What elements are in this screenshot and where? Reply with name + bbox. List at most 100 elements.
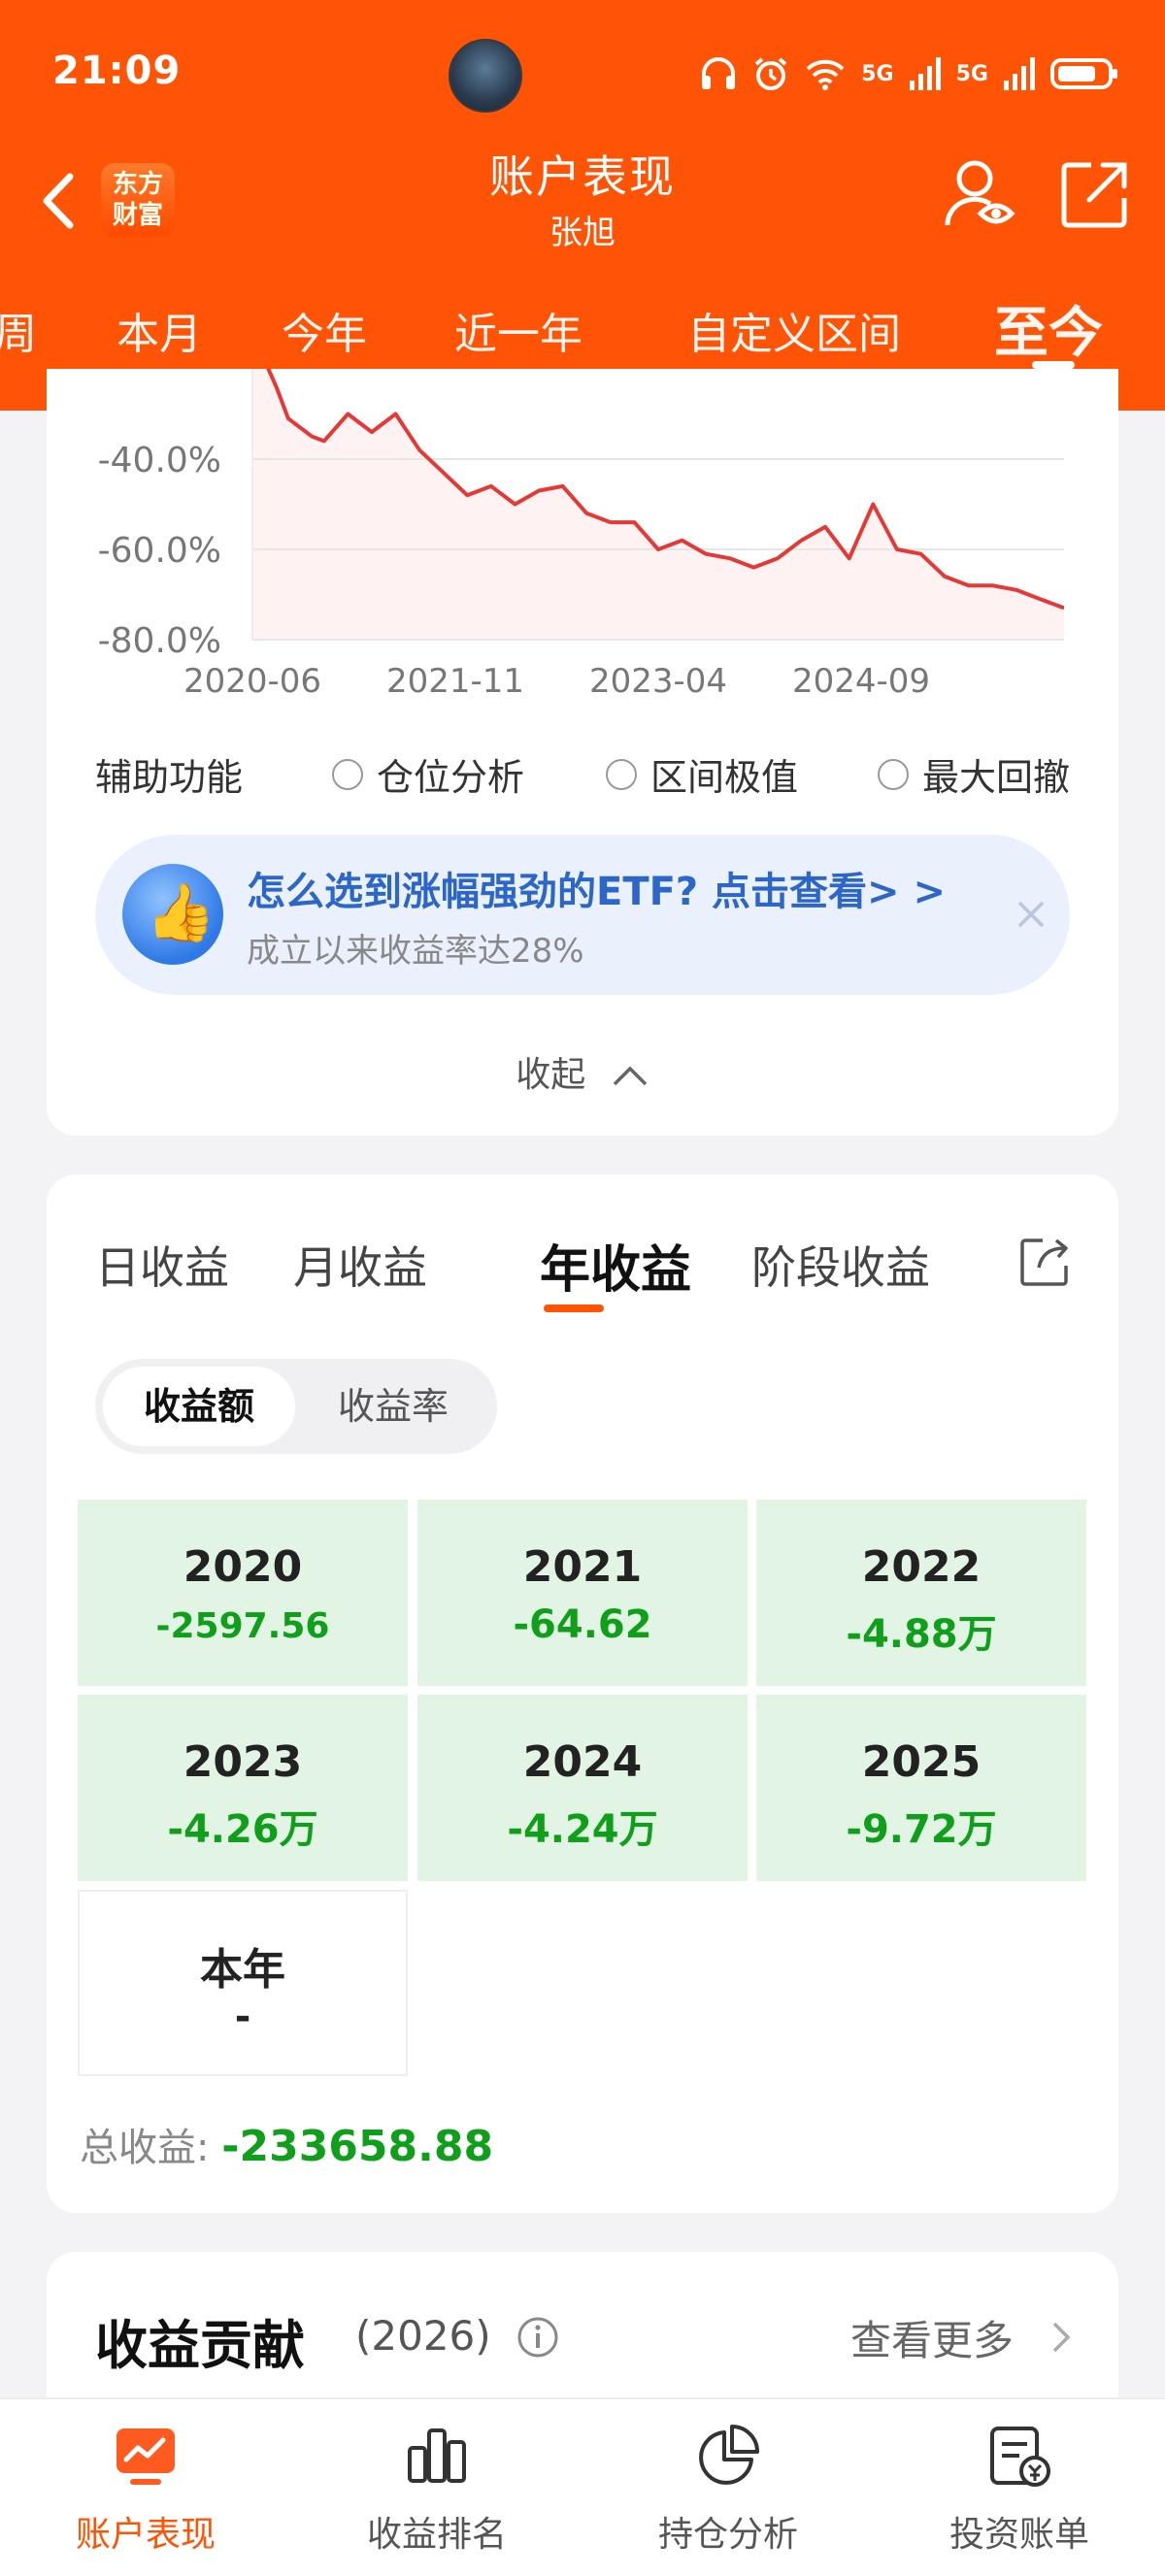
chart-x-tick-label: 2020-06 (183, 662, 321, 701)
chart-y-tick-label: -60.0% (98, 531, 221, 571)
status-icons: 5G 5G (700, 54, 1118, 93)
bar-chart-icon (408, 2428, 466, 2483)
returns-tab-indicator (544, 1305, 604, 1312)
year-label: 2023 (183, 1737, 303, 1787)
nav-label: 投资账单 (949, 2515, 1089, 2555)
status-time: 21:09 (52, 49, 182, 93)
network-label-1: 5G (861, 61, 894, 86)
aux-functions: 辅助功能 仓位分析 区间极值 最大回撤 (95, 747, 1105, 799)
alarm-icon (754, 57, 787, 90)
bottom-nav: 账户表现 收益排名 持仓分析 投资账单 (0, 2397, 1165, 2576)
tab-period-returns[interactable]: 阶段收益 (751, 1233, 930, 1297)
option-max-drawdown[interactable]: 最大回撤 (878, 747, 1070, 801)
share-icon[interactable] (1058, 157, 1132, 231)
year-label: 2022 (861, 1542, 982, 1592)
chart-x-tick-label: 2023-04 (589, 662, 727, 701)
option-label: 区间极值 (650, 756, 799, 799)
nav-label: 持仓分析 (657, 2515, 798, 2555)
tab-monthly-returns[interactable]: 月收益 (293, 1233, 427, 1297)
chevron-up-icon (613, 1066, 647, 1086)
toggle-rate[interactable]: 收益率 (297, 1367, 489, 1446)
year-cell[interactable]: 2025 -9.72万 (756, 1695, 1086, 1881)
chart-x-tick-label: 2024-09 (792, 662, 930, 701)
tab-this-month[interactable]: 本月 (116, 299, 202, 361)
amount-rate-toggle: 收益额 收益率 (95, 1359, 497, 1454)
collapse-label: 收起 (516, 1055, 586, 1095)
pie-chart-icon (699, 2425, 759, 2485)
year-cell[interactable]: 2023 -4.26万 (78, 1695, 408, 1881)
promo-subtitle: 成立以来收益率达28% (247, 932, 584, 971)
network-label-2: 5G (955, 61, 988, 86)
nav-return-ranking[interactable]: 收益排名 (291, 2399, 582, 2576)
radio-icon[interactable] (332, 758, 363, 790)
user-view-icon[interactable] (942, 155, 1019, 233)
etf-promo-banner[interactable]: 👍 怎么选到涨幅强劲的ETF? 点击查看> > 成立以来收益率达28% (95, 835, 1070, 995)
chart-x-tick-label: 2021-11 (386, 662, 524, 701)
chart-icon (116, 2428, 175, 2485)
option-label: 仓位分析 (377, 756, 525, 799)
year-label: 本年 (200, 1945, 285, 1995)
bill-icon (990, 2427, 1050, 2487)
tab-since-inception[interactable]: 至今 (994, 289, 1103, 368)
nav-account-performance[interactable]: 账户表现 (0, 2399, 291, 2576)
toggle-amount[interactable]: 收益额 (103, 1367, 295, 1446)
see-more-link[interactable]: 查看更多 (850, 2308, 1014, 2367)
tab-this-year[interactable]: 今年 (282, 299, 367, 361)
option-range-extremes[interactable]: 区间极值 (606, 747, 798, 801)
radio-icon[interactable] (606, 758, 637, 790)
nav-row: 东方财富 账户表现 张旭 (0, 136, 1165, 262)
option-label: 最大回撤 (922, 756, 1071, 799)
headphones-icon (702, 57, 736, 89)
signal-icon-2 (1004, 57, 1035, 90)
chart-y-tick-label: -80.0% (98, 621, 221, 661)
tab-daily-returns[interactable]: 日收益 (95, 1233, 229, 1297)
total-label: 总收益: (80, 2126, 210, 2170)
tab-yearly-returns[interactable]: 年收益 (540, 1229, 691, 1302)
year-cell[interactable]: 2024 -4.24万 (417, 1695, 748, 1881)
contribution-title: 收益贡献 (95, 2315, 305, 2376)
info-icon[interactable] (516, 2316, 559, 2359)
nav-label: 收益排名 (366, 2515, 507, 2555)
period-tabs: 周 本月 今年 近一年 自定义区间 至今 (0, 289, 1165, 377)
chevron-right-icon[interactable] (1047, 2318, 1076, 2357)
thumbs-up-icon: 👍 (122, 864, 223, 965)
year-label: 2024 (522, 1737, 643, 1787)
active-tab-indicator (1032, 361, 1075, 369)
collapse-button[interactable]: 收起 (47, 1046, 1118, 1097)
year-value: -4.88万 (846, 1612, 997, 1657)
promo-title: 怎么选到涨幅强劲的ETF? 点击查看> > (247, 870, 947, 914)
status-bar: 21:09 5G 5G (0, 0, 1165, 146)
nav-investment-bill[interactable]: 投资账单 (874, 2399, 1165, 2576)
signal-icon (909, 57, 941, 90)
chart-y-tick-label: -40.0% (98, 441, 221, 480)
battery-icon (1050, 58, 1117, 89)
year-value: -4.24万 (507, 1807, 658, 1852)
wifi-icon (806, 59, 845, 90)
share-icon[interactable] (1017, 1235, 1072, 1289)
year-cell[interactable]: 2020 -2597.56 (78, 1500, 408, 1686)
returns-card: 日收益 月收益 年收益 阶段收益 收益额 收益率 2020 -2597.56 2… (47, 1174, 1118, 2213)
contribution-year: (2026) (355, 2312, 491, 2360)
option-position-analysis[interactable]: 仓位分析 (332, 747, 524, 801)
nav-holdings-analysis[interactable]: 持仓分析 (582, 2399, 874, 2576)
app-header: 21:09 5G 5G 东方财富 账户表现 张旭 周 本月 今年 近一年 自定义… (0, 0, 1165, 411)
year-cell[interactable]: 2021 -64.62 (417, 1500, 748, 1686)
total-value: -233658.88 (221, 2122, 494, 2171)
tab-past-year[interactable]: 近一年 (454, 299, 582, 361)
year-value: - (234, 1995, 251, 2039)
year-value: -64.62 (513, 1602, 652, 1647)
chart-area-fill (252, 369, 1064, 640)
tab-week[interactable]: 周 (0, 299, 37, 361)
year-value: -2597.56 (155, 1606, 330, 1646)
tab-custom-range[interactable]: 自定义区间 (687, 299, 901, 361)
chart-card: -40.0% -60.0% -80.0% 2020-06 2021-11 2023-04 2… (47, 369, 1118, 1136)
year-value: -4.26万 (167, 1807, 318, 1852)
year-value: -9.72万 (846, 1807, 997, 1852)
year-cell-current[interactable]: 本年 - (78, 1890, 408, 2076)
close-icon[interactable] (1012, 895, 1050, 934)
radio-icon[interactable] (878, 758, 909, 790)
year-cell[interactable]: 2022 -4.88万 (756, 1500, 1086, 1686)
aux-functions-label: 辅助功能 (95, 756, 244, 799)
year-label: 2025 (861, 1737, 982, 1787)
return-line-chart[interactable]: -40.0% -60.0% -80.0%2020-06 2021-11 2023-04 2… (47, 369, 1118, 718)
